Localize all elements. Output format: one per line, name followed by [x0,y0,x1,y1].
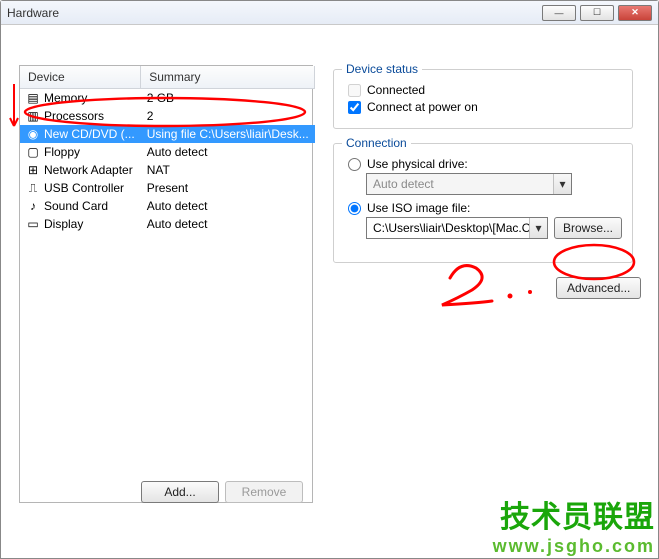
device-summary: NAT [141,161,315,179]
connected-label: Connected [367,83,425,97]
table-row[interactable]: ♪ Sound Card Auto detect [20,197,315,215]
device-name: Floppy [44,145,80,159]
device-status-group: Device status Connected Connect at power… [333,69,633,129]
table-row[interactable]: ⊞ Network Adapter NAT [20,161,315,179]
physical-drive-combo: Auto detect ▾ [366,173,572,195]
cpu-icon: ▥ [26,109,40,123]
hardware-window: Hardware — ☐ ✕ Device Summary ▤ Memory 2 G… [0,0,659,559]
table-row[interactable]: ◉ New CD/DVD (... Using file C:\Users\liai… [20,125,315,143]
chevron-down-icon: ▾ [553,174,571,194]
connected-checkbox[interactable] [348,84,361,97]
usb-icon: ⎍ [26,181,40,195]
iso-path-combo[interactable]: C:\Users\liair\Desktop\[Mac.OS. ▾ [366,217,548,239]
remove-button: Remove [225,481,303,503]
content-area: Device Summary ▤ Memory 2 GB ▥ Processors 2 ◉ N… [1,25,658,558]
device-summary: 2 [141,107,315,125]
col-device[interactable]: Device [20,66,141,89]
window-title: Hardware [7,6,542,20]
device-name: USB Controller [44,181,124,195]
poweron-checkbox[interactable] [348,101,361,114]
nic-icon: ⊞ [26,163,40,177]
titlebar: Hardware — ☐ ✕ [1,1,658,25]
table-row[interactable]: ▤ Memory 2 GB [20,89,315,108]
device-name: New CD/DVD (... [44,127,135,141]
device-name: Processors [44,109,104,123]
device-summary: Auto detect [141,197,315,215]
maximize-button[interactable]: ☐ [580,5,614,21]
table-row[interactable]: ▥ Processors 2 [20,107,315,125]
floppy-icon: ▢ [26,145,40,159]
iso-label: Use ISO image file: [367,201,470,215]
col-summary[interactable]: Summary [141,66,315,89]
table-row[interactable]: ⎍ USB Controller Present [20,179,315,197]
add-button[interactable]: Add... [141,481,219,503]
connected-row[interactable]: Connected [348,83,622,97]
browse-button[interactable]: Browse... [554,217,622,239]
close-button[interactable]: ✕ [618,5,652,21]
iso-radio[interactable] [348,202,361,215]
table-row[interactable]: ▢ Floppy Auto detect [20,143,315,161]
physical-drive-radio[interactable] [348,158,361,171]
physical-drive-label: Use physical drive: [367,157,468,171]
device-status-legend: Device status [342,62,422,76]
poweron-label: Connect at power on [367,100,478,114]
physical-drive-row[interactable]: Use physical drive: [348,157,622,171]
connection-legend: Connection [342,136,411,150]
memory-icon: ▤ [26,91,40,105]
chevron-down-icon[interactable]: ▾ [529,218,547,238]
physical-drive-value: Auto detect [373,177,434,191]
device-name: Sound Card [44,199,108,213]
display-icon: ▭ [26,217,40,231]
minimize-button[interactable]: — [542,5,576,21]
device-name: Network Adapter [44,163,133,177]
device-summary: Using file C:\Users\liair\Desk... [141,125,315,143]
device-name: Memory [44,91,87,105]
device-summary: Present [141,179,315,197]
table-row[interactable]: ▭ Display Auto detect [20,215,315,233]
device-summary: 2 GB [141,89,315,108]
connection-group: Connection Use physical drive: Auto dete… [333,143,633,263]
device-summary: Auto detect [141,143,315,161]
device-name: Display [44,217,83,231]
sound-icon: ♪ [26,199,40,213]
device-summary: Auto detect [141,215,315,233]
device-list-panel: Device Summary ▤ Memory 2 GB ▥ Processors 2 ◉ N… [19,65,313,503]
iso-path-value: C:\Users\liair\Desktop\[Mac.OS. [373,221,542,235]
poweron-row[interactable]: Connect at power on [348,100,622,114]
advanced-button[interactable]: Advanced... [556,277,641,299]
cd-icon: ◉ [26,127,40,141]
iso-row[interactable]: Use ISO image file: [348,201,622,215]
